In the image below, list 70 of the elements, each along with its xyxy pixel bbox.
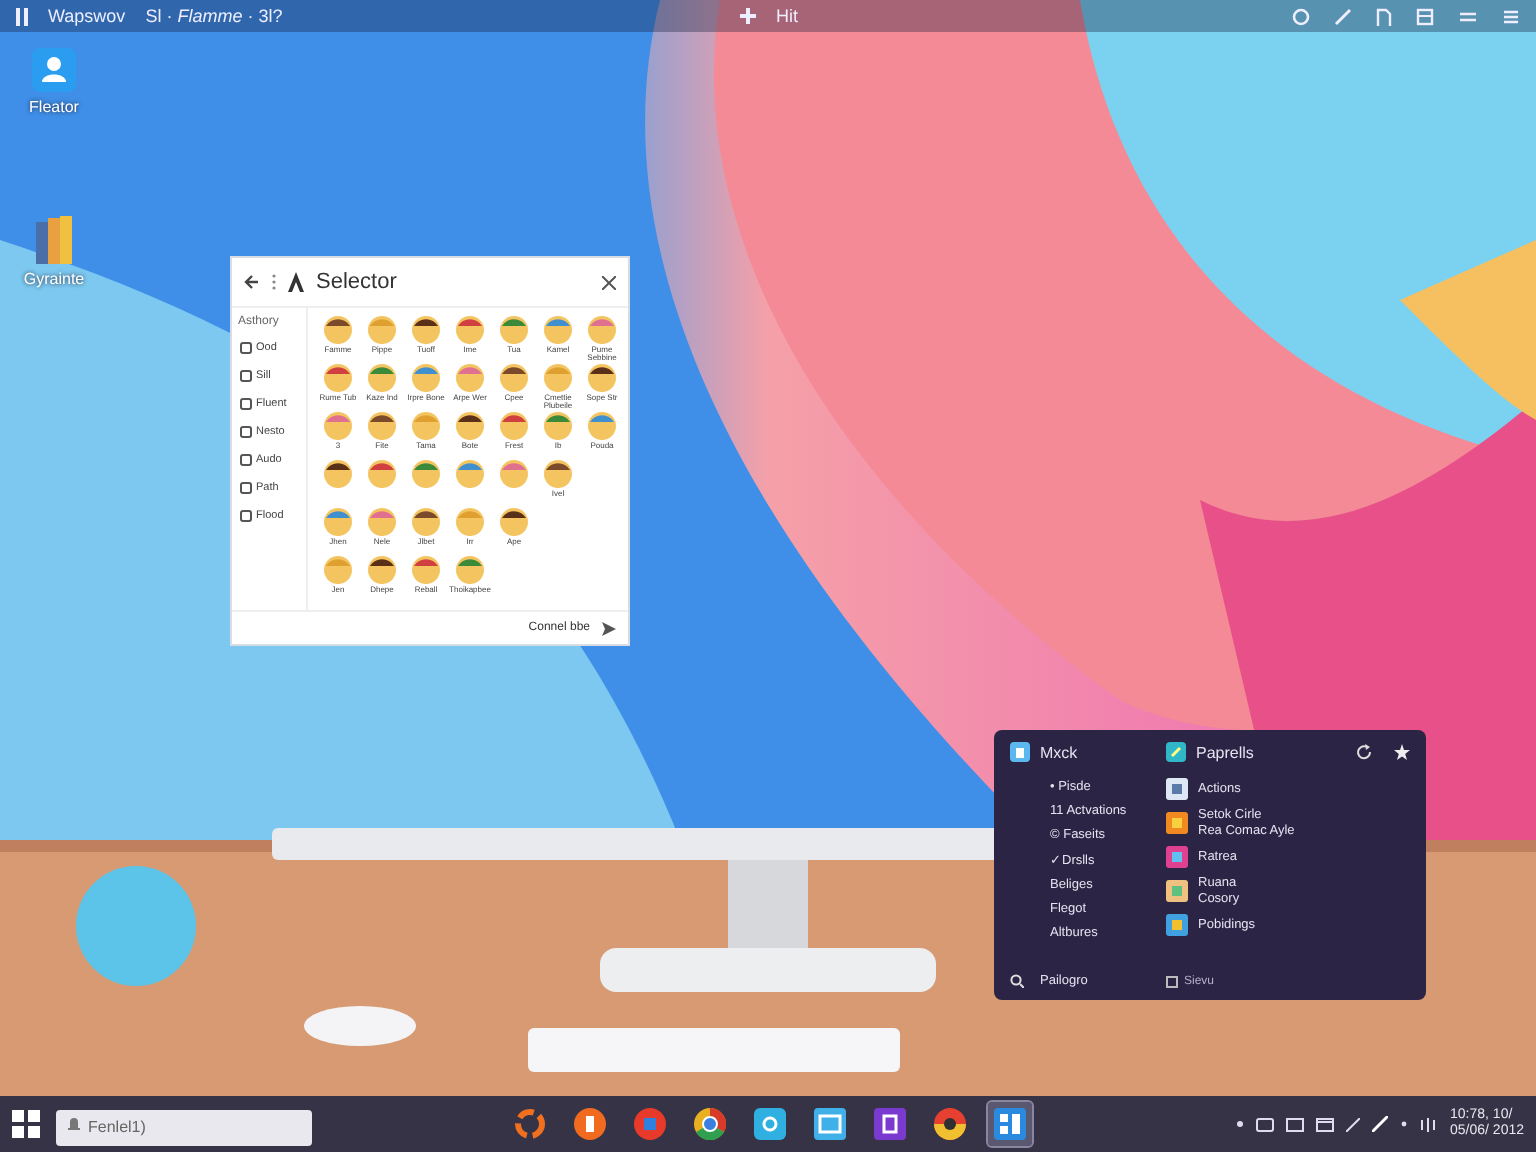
display-icon[interactable] [1286,1117,1305,1131]
volume-icon[interactable] [1420,1117,1439,1131]
app-icon [934,1108,966,1140]
emoji-icon[interactable] [324,316,352,344]
emoji-icon[interactable] [456,316,484,344]
send-icon[interactable] [602,621,616,635]
taskbar-app[interactable] [748,1102,792,1146]
app-icon[interactable] [1166,778,1188,800]
category-icon [240,398,252,410]
taskbar-app[interactable] [808,1102,852,1146]
category-icon [240,454,252,466]
search-field[interactable]: Fenlel1) [56,1109,312,1145]
app-icon[interactable] [1166,742,1186,762]
category-icon [240,510,252,522]
emoji-icon[interactable] [368,460,396,488]
app-icon [814,1108,846,1140]
emoji-icon[interactable] [324,460,352,488]
close-icon[interactable] [602,275,616,289]
emoji-icon[interactable] [412,316,440,344]
app-icon [514,1108,546,1140]
app-icon [634,1108,666,1140]
emoji-icon[interactable] [500,508,528,536]
emoji-icon[interactable] [544,460,572,488]
taskbar-app[interactable] [688,1102,732,1146]
emoji-icon[interactable] [412,508,440,536]
app-name: Wapswov [48,6,126,26]
bell-icon [68,1116,80,1132]
emoji-icon[interactable] [456,412,484,440]
contact-icon[interactable] [32,48,76,92]
menu-icon[interactable] [1502,7,1520,25]
category-icon [240,342,252,354]
center-label: Hit [776,6,798,26]
emoji-icon[interactable] [324,364,352,392]
window-title: Selector [316,270,397,294]
app-icon [574,1108,606,1140]
emoji-icon[interactable] [588,364,616,392]
menu-icon[interactable] [16,7,28,25]
category-icon [240,370,252,382]
emoji-icon[interactable] [500,412,528,440]
emoji-icon[interactable] [500,364,528,392]
emoji-icon[interactable] [368,556,396,584]
logo-icon [288,272,304,292]
emoji-icon[interactable] [368,412,396,440]
panel-heading: Mxck [1040,743,1078,761]
category-icon [240,482,252,494]
taskbar-app[interactable] [868,1102,912,1146]
search-icon[interactable] [1010,974,1024,988]
category-icon [240,426,252,438]
dot-icon[interactable] [1400,1120,1409,1128]
taskbar-app[interactable] [568,1102,612,1146]
window-subtitle: Sl · Flamme · 3l? [145,6,283,26]
circle-icon[interactable] [1292,7,1310,25]
app-icon [874,1108,906,1140]
emoji-icon[interactable] [412,556,440,584]
back-icon[interactable] [244,274,260,290]
star-icon[interactable] [1394,744,1410,760]
taskbar-app[interactable] [988,1102,1032,1146]
app-icon[interactable] [1010,742,1030,762]
window-icon[interactable] [1316,1117,1335,1131]
toggle-icon[interactable] [1458,7,1478,25]
app-icon [754,1108,786,1140]
books-icon[interactable] [36,216,72,264]
plus-icon[interactable] [740,8,756,24]
panel-heading: Paprells [1196,743,1254,761]
start-icon[interactable] [12,1110,40,1138]
app-icon [694,1108,726,1140]
app-icon [994,1108,1026,1140]
save-icon[interactable] [1166,976,1178,988]
taskbar-app[interactable] [928,1102,972,1146]
refresh-icon[interactable] [1356,744,1372,760]
